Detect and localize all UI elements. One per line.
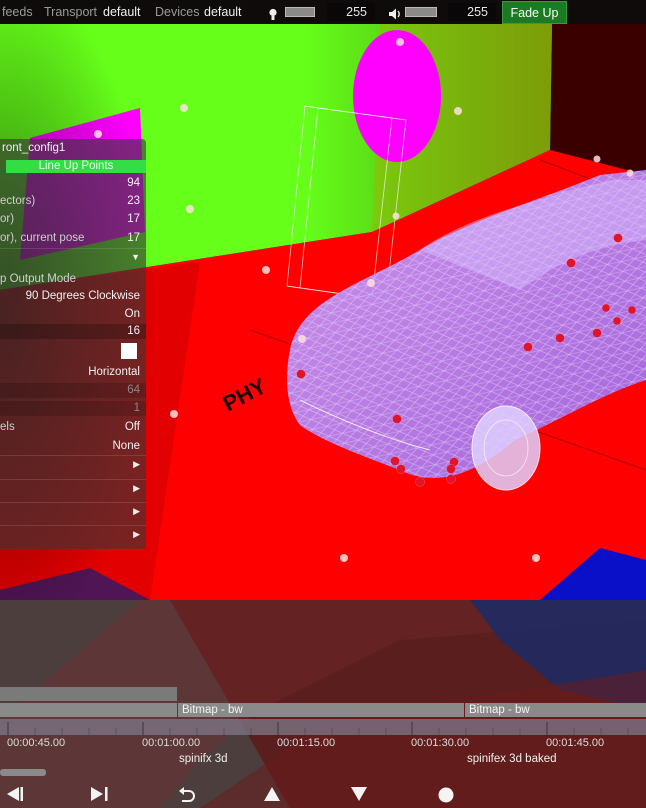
skip-forward-icon[interactable] xyxy=(88,786,112,806)
panel-row-label: ectors) xyxy=(0,195,36,207)
timeline-clip[interactable] xyxy=(0,703,177,717)
panel-row-label: or) xyxy=(0,213,15,225)
panel-row-value: 17 xyxy=(127,213,140,225)
feeds-menu[interactable]: feeds xyxy=(2,0,33,24)
submenu-arrow-icon[interactable]: ▶ xyxy=(133,529,140,540)
record-icon[interactable] xyxy=(435,786,457,808)
panel-row-value: 23 xyxy=(127,195,140,207)
transport-label: Transport xyxy=(44,5,98,19)
timeline-area: Bitmap - bw Bitmap - bw 00:00:45.00 00:0… xyxy=(0,600,646,808)
submenu-arrow-icon[interactable]: ▶ xyxy=(133,483,140,494)
panel-row: or), current pose 17 xyxy=(0,229,146,247)
speaker-icon xyxy=(388,5,402,20)
loop-back-icon[interactable] xyxy=(175,786,199,808)
output-mode-row[interactable]: 90 Degrees Clockwise xyxy=(0,287,146,305)
disabled-value: 1 xyxy=(133,402,140,414)
on-toggle[interactable]: On xyxy=(125,305,140,323)
collapse-arrow-icon[interactable]: ▼ xyxy=(131,252,140,262)
transport-select[interactable]: default xyxy=(103,0,141,24)
toggle-row[interactable]: On xyxy=(0,305,146,323)
cue-label[interactable]: spinifex 3d baked xyxy=(467,753,557,765)
panel-row-value: 17 xyxy=(127,232,140,244)
timeline-clip[interactable]: Bitmap - bw xyxy=(465,703,646,717)
disabled-row: 1 xyxy=(0,399,146,417)
disabled-row: 64 xyxy=(0,381,146,399)
panel-title-row: ront_config1 xyxy=(0,139,146,157)
panel-row-label: or), current pose xyxy=(0,232,85,244)
output-mode-row: p Output Mode xyxy=(0,270,146,288)
size-row[interactable]: 16 xyxy=(0,322,146,340)
panel-divider xyxy=(0,525,146,526)
color-swatch[interactable] xyxy=(121,343,137,359)
panel-divider xyxy=(0,502,146,503)
none-select[interactable]: None xyxy=(113,437,141,455)
devices-label: Devices xyxy=(155,5,200,19)
size-input[interactable]: 16 xyxy=(127,322,140,340)
panel-row: 94 xyxy=(0,174,146,192)
panel-divider xyxy=(0,455,146,456)
timeline-clip[interactable]: Bitmap - bw xyxy=(178,703,464,717)
pixels-toggle[interactable]: Off xyxy=(125,418,140,436)
time-tick-label: 00:01:45.00 xyxy=(546,737,605,749)
front-wheel xyxy=(471,405,541,491)
panel-title: ront_config1 xyxy=(2,142,66,154)
fade-up-button[interactable]: Fade Up xyxy=(502,1,567,24)
line-up-points-button[interactable]: Line Up Points xyxy=(6,160,146,173)
brightness-value[interactable]: 255 xyxy=(327,3,375,21)
top-bar: feeds Transport default Devices default … xyxy=(0,0,646,24)
panel-divider xyxy=(0,248,146,249)
magenta-disc xyxy=(353,30,441,162)
output-mode-select[interactable]: 90 Degrees Clockwise xyxy=(26,287,140,305)
orientation-row[interactable]: Horizontal xyxy=(0,363,146,381)
cue-label[interactable]: spinifx 3d xyxy=(179,753,228,765)
orientation-select[interactable]: Horizontal xyxy=(88,363,140,381)
panel-row: ectors) 23 xyxy=(0,192,146,210)
none-row[interactable]: None xyxy=(0,437,146,455)
disabled-value: 64 xyxy=(127,384,140,396)
bulb-icon xyxy=(268,6,278,20)
pixels-row[interactable]: els Off xyxy=(0,418,146,436)
time-tick-label: 00:01:30.00 xyxy=(411,737,470,749)
skip-back-icon[interactable] xyxy=(0,786,24,806)
devices-select[interactable]: default xyxy=(204,0,242,24)
pixels-label: els xyxy=(0,421,15,433)
volume-value[interactable]: 255 xyxy=(448,3,496,21)
time-tick-label: 00:00:45.00 xyxy=(7,737,66,749)
submenu-arrow-icon[interactable]: ▶ xyxy=(133,459,140,470)
down-triangle-icon[interactable] xyxy=(348,786,370,806)
output-mode-label: p Output Mode xyxy=(0,273,77,285)
config-panel: ront_config1 Line Up Points 94 ectors) 2… xyxy=(0,139,146,549)
panel-divider xyxy=(0,479,146,480)
time-tick-label: 00:01:15.00 xyxy=(277,737,336,749)
panel-row: or) 17 xyxy=(0,210,146,228)
up-triangle-icon[interactable] xyxy=(261,786,283,806)
panel-row-value: 94 xyxy=(127,177,140,189)
brightness-slider[interactable] xyxy=(285,7,315,17)
submenu-arrow-icon[interactable]: ▶ xyxy=(133,506,140,517)
volume-slider[interactable] xyxy=(405,7,437,17)
time-tick-label: 00:01:00.00 xyxy=(142,737,201,749)
